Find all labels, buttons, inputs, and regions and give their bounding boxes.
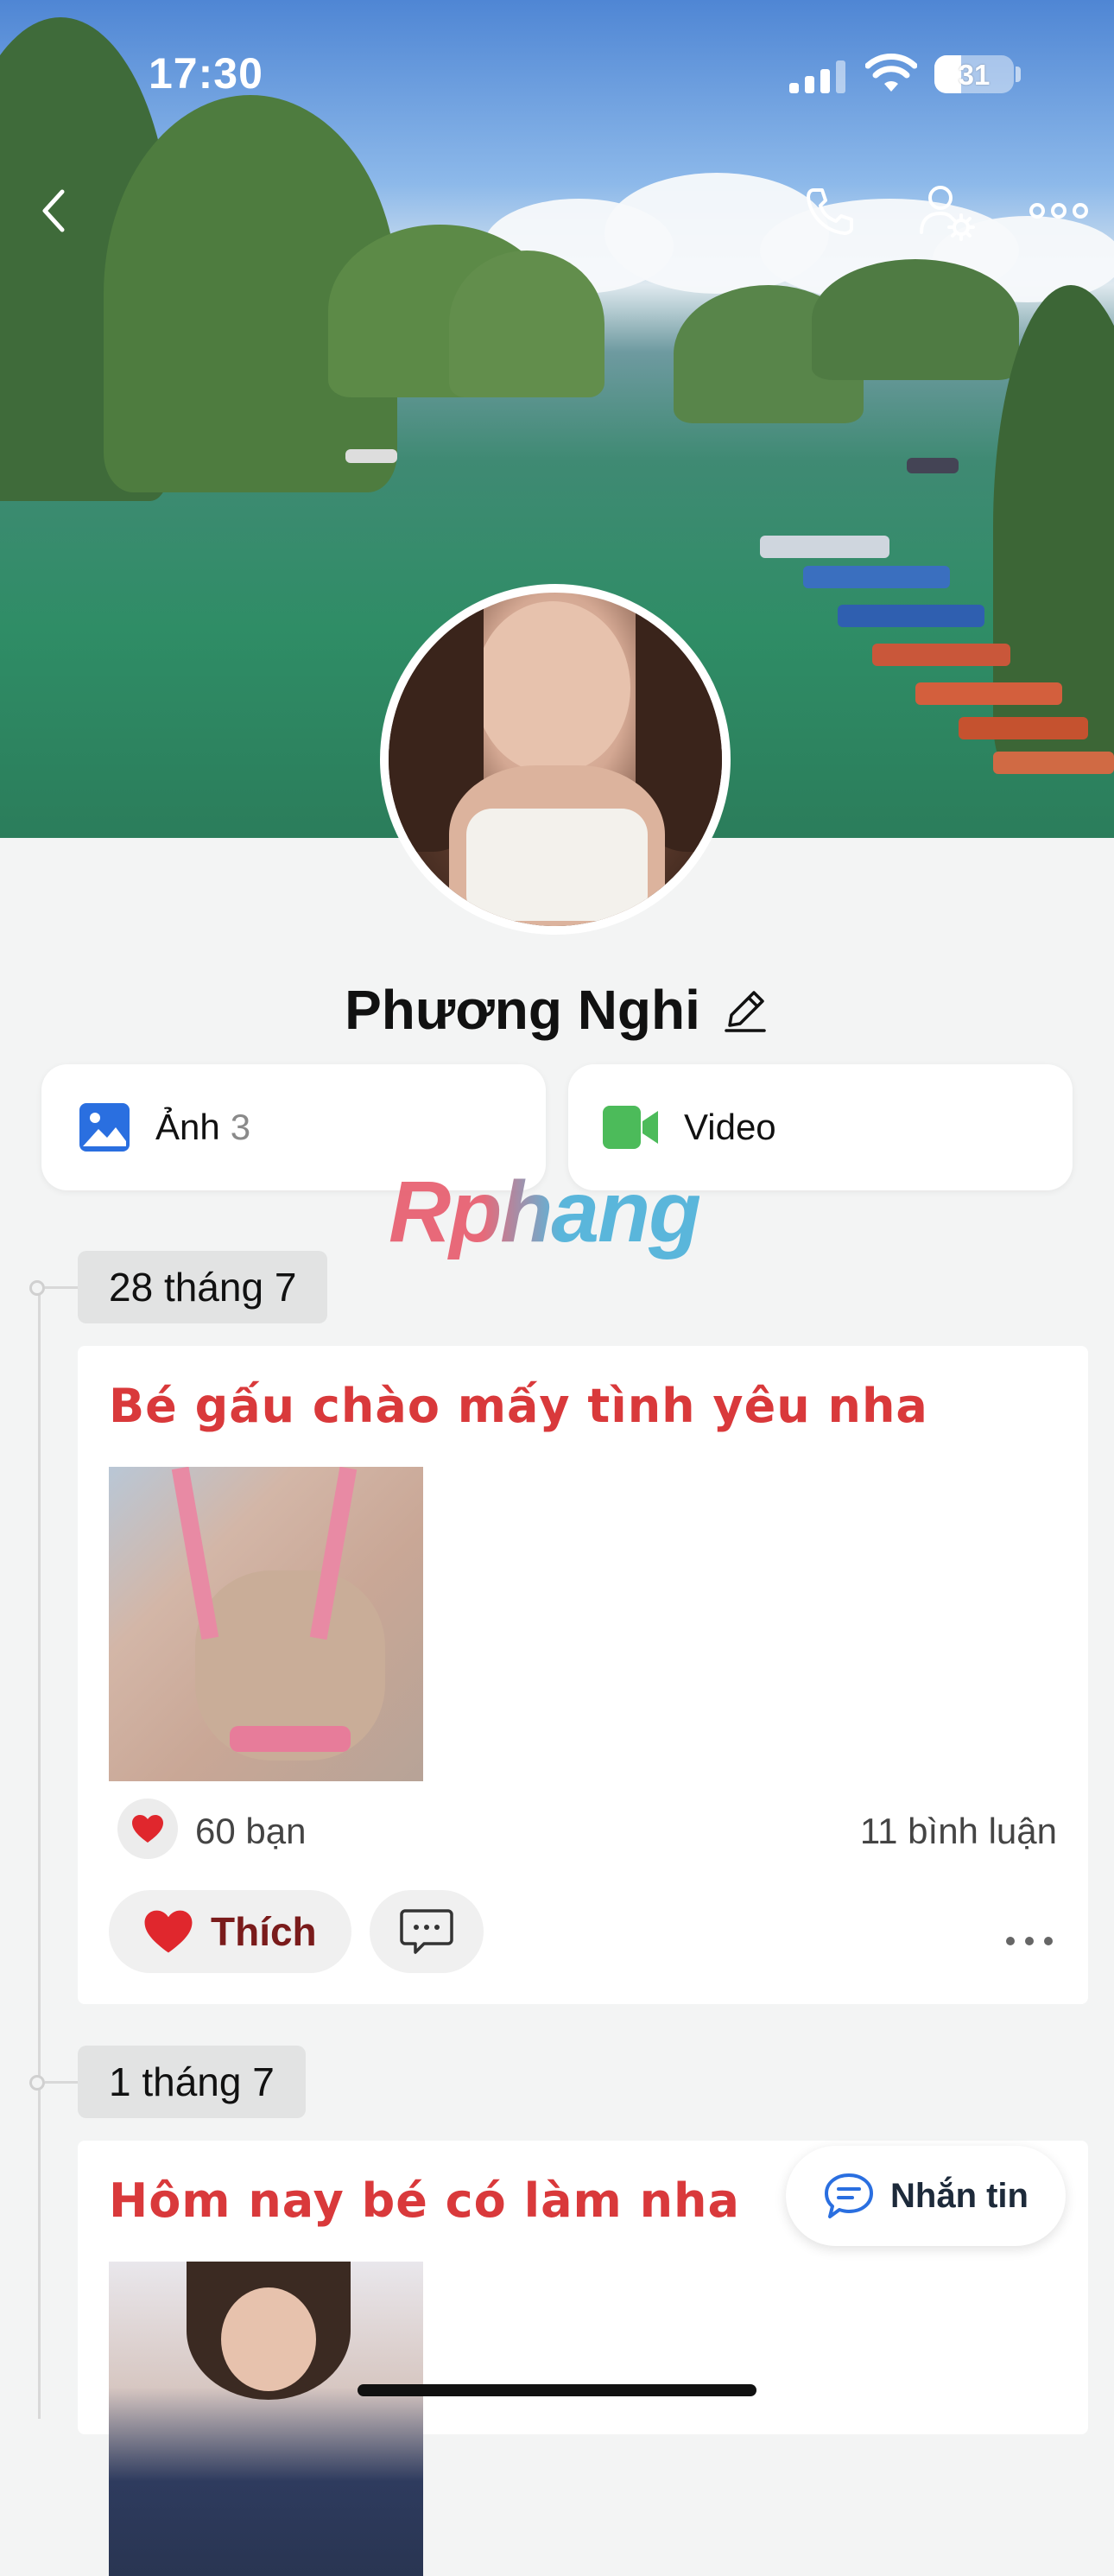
message-button-label: Nhắn tin (890, 2176, 1029, 2215)
timeline-dot (29, 2075, 45, 2091)
likes-count[interactable]: 60 bạn (195, 1811, 306, 1852)
ellipsis-icon (1029, 203, 1088, 219)
post-more-button[interactable] (1005, 1909, 1054, 1956)
battery-icon: 31 (934, 55, 1014, 93)
post-title: Hôm nay bé có làm nha (109, 2173, 740, 2228)
post-date: 1 tháng 7 (78, 2046, 306, 2118)
photo-icon (79, 1103, 130, 1152)
message-button[interactable]: Nhắn tin (786, 2146, 1066, 2246)
phone-icon (807, 188, 853, 235)
back-button[interactable] (19, 176, 88, 245)
post-photo[interactable] (109, 2262, 423, 2576)
like-button[interactable]: Thích (109, 1890, 351, 1973)
ellipsis-icon (1006, 1937, 1053, 1945)
profile-settings-button[interactable] (912, 176, 981, 245)
timeline-dot (29, 1280, 45, 1296)
battery-level: 31 (958, 59, 991, 91)
profile-name: Phương Nghi (345, 979, 700, 1041)
more-options-button[interactable] (1024, 176, 1093, 245)
pencil-icon[interactable] (721, 986, 769, 1034)
post-photo[interactable] (109, 1467, 423, 1781)
profile-name-row: Phương Nghi (0, 978, 1114, 1042)
status-time: 17:30 (149, 49, 263, 98)
post-title: Bé gấu chào mấy tình yêu nha (109, 1379, 928, 1433)
profile-avatar[interactable] (380, 584, 731, 935)
comment-button[interactable] (370, 1890, 484, 1973)
photos-label: Ảnh (155, 1107, 220, 1147)
wifi-icon (865, 54, 917, 92)
heart-icon (132, 1815, 163, 1843)
cellular-signal-icon (789, 59, 846, 93)
reaction-badge (117, 1799, 178, 1859)
photos-count: 3 (230, 1107, 251, 1147)
call-button[interactable] (794, 176, 864, 245)
timeline-line (38, 1287, 41, 2419)
heart-icon (144, 1910, 193, 1953)
user-gear-icon (920, 186, 975, 241)
chat-bubble-icon (825, 2173, 873, 2218)
chevron-left-icon (42, 189, 65, 232)
post-card[interactable]: Bé gấu chào mấy tình yêu nha 60 bạn 11 b… (78, 1346, 1088, 2004)
video-camera-icon (603, 1106, 658, 1149)
comments-count[interactable]: 11 bình luận (860, 1811, 1057, 1852)
like-label: Thích (211, 1909, 317, 1954)
home-indicator[interactable] (358, 2384, 756, 2396)
watermark-logo: Rphang (389, 1164, 701, 1260)
post-date: 28 tháng 7 (78, 1251, 328, 1323)
comment-icon (400, 1909, 453, 1954)
status-bar: 17:30 31 (0, 0, 1114, 147)
videos-label: Video (684, 1107, 776, 1147)
